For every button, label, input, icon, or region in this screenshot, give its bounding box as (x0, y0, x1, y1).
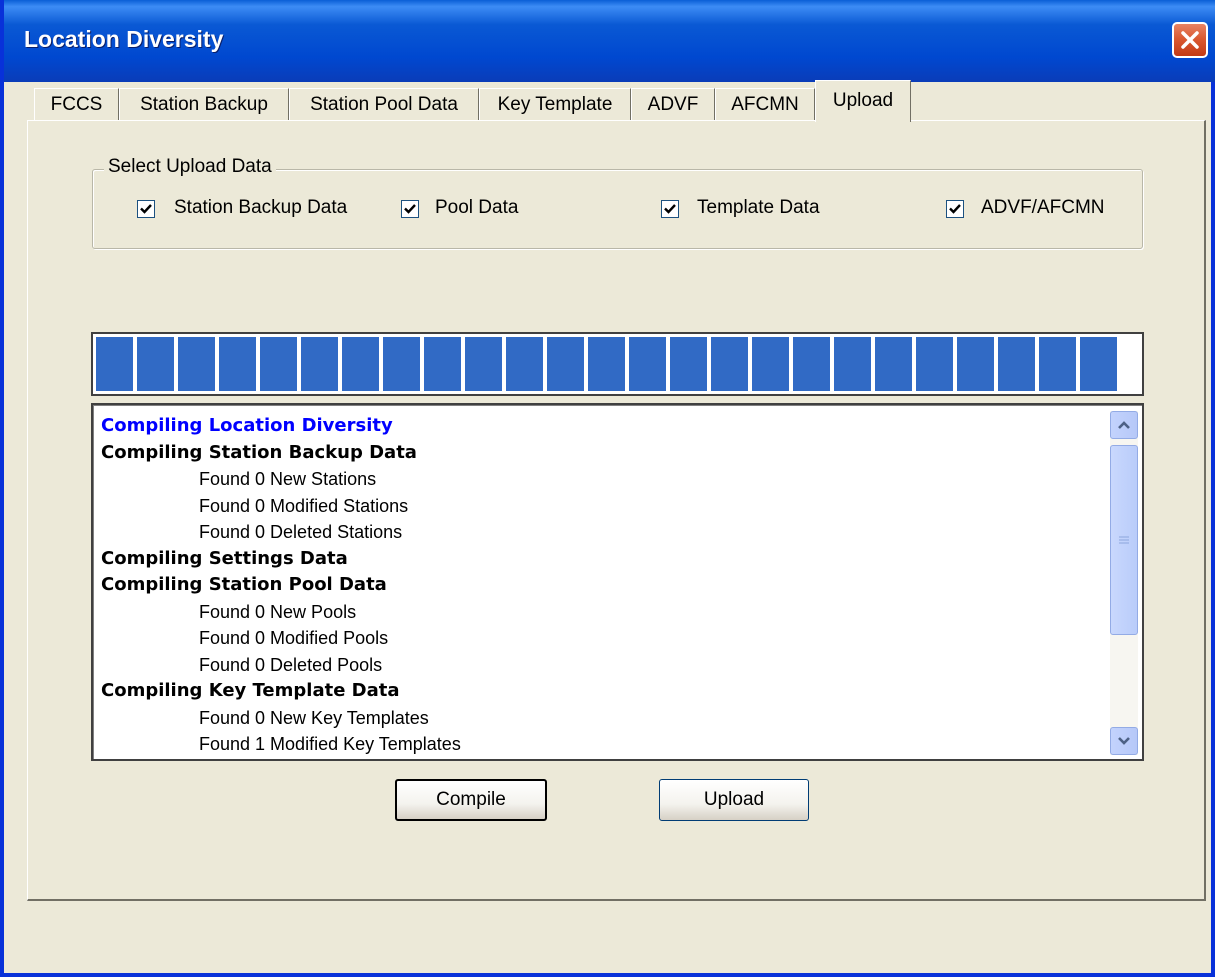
upload-button-label: Upload (703, 789, 765, 810)
log-line: Found 0 Modified Stations (199, 495, 409, 516)
station-backup-data-label[interactable]: Station Backup Data (174, 197, 347, 219)
tab-advf[interactable]: ADVF (631, 88, 715, 120)
close-icon (1181, 31, 1199, 49)
progress-block (875, 337, 912, 391)
progress-block (916, 337, 953, 391)
tab-label: Station Pool Data (310, 93, 458, 115)
pool-data-label[interactable]: Pool Data (435, 197, 518, 219)
tab-station-backup[interactable]: Station Backup (119, 88, 289, 120)
progress-block (1039, 337, 1076, 391)
group-label: Select Upload Data (104, 156, 276, 178)
tab-afcmn[interactable]: AFCMN (715, 88, 815, 120)
log-line: Found 0 New Key Templates (199, 707, 429, 728)
scroll-down-button[interactable] (1110, 727, 1138, 755)
pool-data-checkbox[interactable] (401, 200, 419, 218)
scroll-thumb[interactable] (1110, 445, 1138, 635)
tab-key-template[interactable]: Key Template (479, 88, 631, 120)
template-data-label[interactable]: Template Data (697, 197, 820, 219)
compile-button[interactable]: Compile (395, 779, 547, 821)
progress-block (178, 337, 215, 391)
compile-log[interactable]: Compiling Location Diversity Compiling St… (91, 403, 1144, 761)
log-lines: Compiling Location Diversity Compiling St… (101, 413, 1101, 758)
advf-afcmn-checkbox[interactable] (946, 200, 964, 218)
title-bar[interactable]: Location Diversity (4, 0, 1215, 82)
progress-block (1080, 337, 1117, 391)
progress-block (342, 337, 379, 391)
compile-button-label: Compile (436, 789, 506, 810)
log-line: Found 0 New Pools (199, 601, 357, 622)
close-button[interactable] (1172, 22, 1208, 58)
log-line: Compiling Settings Data (101, 547, 348, 569)
log-line: Found 0 New Stations (199, 469, 377, 489)
tab-station-pool-data[interactable]: Station Pool Data (289, 88, 479, 120)
tab-fccs[interactable]: FCCS (34, 88, 119, 120)
tab-label: FCCS (50, 93, 103, 115)
log-line: Found 0 Modified Pools (199, 628, 389, 648)
progress-track (96, 337, 1139, 391)
progress-block (629, 337, 666, 391)
tab-label: Key Template (497, 93, 613, 115)
log-line: Found 0 Deleted Key Templates (101, 758, 1101, 759)
progress-block (219, 337, 256, 391)
tab-label: Station Backup (140, 93, 268, 115)
progress-block (711, 337, 748, 391)
tab-label: ADVF (647, 93, 699, 115)
tab-label: AFCMN (731, 93, 799, 115)
progress-block (506, 337, 543, 391)
chevron-down-icon (1118, 737, 1130, 745)
progress-block (383, 337, 420, 391)
progress-block (834, 337, 871, 391)
progress-block (465, 337, 502, 391)
progress-block (547, 337, 584, 391)
log-line: Found 0 Deleted Stations (199, 522, 403, 542)
window-title: Location Diversity (24, 26, 224, 52)
scroll-up-button[interactable] (1110, 411, 1138, 439)
tab-upload[interactable]: Upload (815, 80, 911, 122)
progress-fill (96, 337, 1117, 391)
checkmark-icon (404, 204, 416, 214)
progress-block (260, 337, 297, 391)
upload-progress-bar (91, 332, 1144, 396)
checkmark-icon (949, 204, 961, 214)
grip-icon (1119, 536, 1129, 544)
tab-label: Upload (832, 90, 894, 111)
progress-block (424, 337, 461, 391)
log-line: Compiling Location Diversity (101, 415, 393, 436)
location-diversity-dialog: Location Diversity FCCS Station Backup S… (0, 0, 1215, 977)
log-line: Compiling Station Backup Data (101, 441, 417, 463)
progress-block (957, 337, 994, 391)
station-backup-data-checkbox[interactable] (137, 200, 155, 218)
checkmark-icon (664, 204, 676, 214)
progress-block (96, 337, 133, 391)
progress-block (793, 337, 830, 391)
log-line: Compiling Station Pool Data (101, 574, 387, 595)
log-scrollbar[interactable] (1110, 411, 1138, 755)
upload-button[interactable]: Upload (659, 779, 809, 821)
chevron-up-icon (1118, 421, 1130, 429)
log-line: Found 0 Deleted Pools (199, 654, 383, 675)
log-line: Compiling Key Template Data (101, 680, 400, 701)
progress-block (670, 337, 707, 391)
progress-block (301, 337, 338, 391)
progress-block (588, 337, 625, 391)
checkmark-icon (140, 204, 152, 214)
progress-block (752, 337, 789, 391)
progress-block (998, 337, 1035, 391)
progress-block (137, 337, 174, 391)
template-data-checkbox[interactable] (661, 200, 679, 218)
advf-afcmn-label[interactable]: ADVF/AFCMN (981, 197, 1105, 219)
log-line: Found 1 Modified Key Templates (199, 734, 461, 754)
